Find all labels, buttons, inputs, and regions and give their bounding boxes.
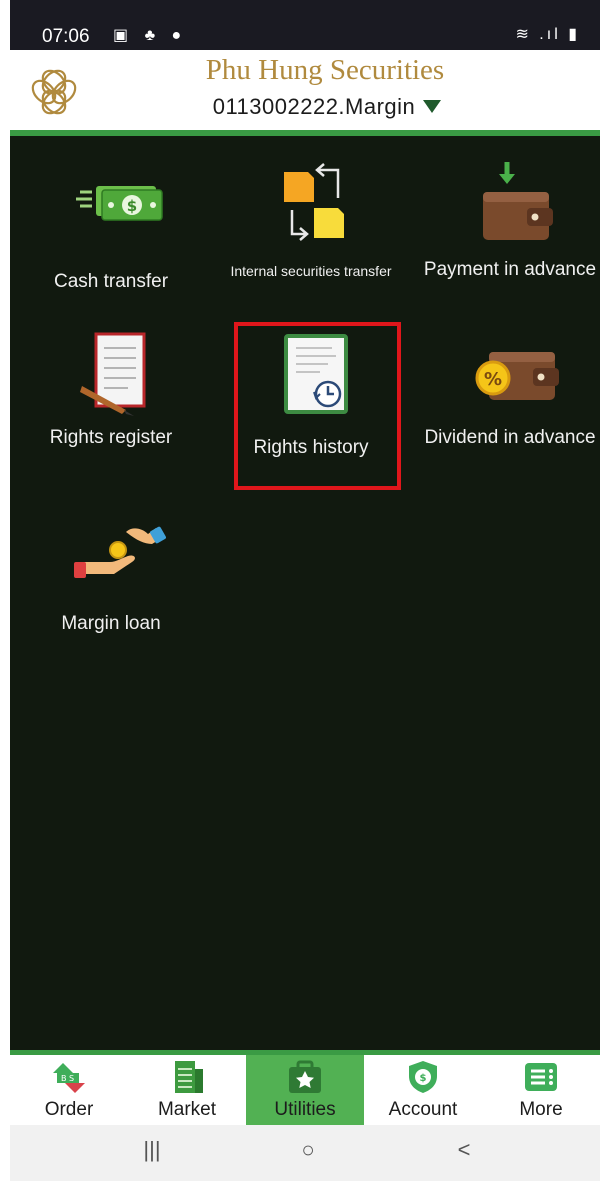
tile-cash-transfer[interactable]: $ Cash transfer <box>16 158 206 308</box>
tab-market[interactable]: Market <box>128 1055 246 1125</box>
tile-rights-register[interactable]: Rights register <box>16 330 206 490</box>
tab-label: Order <box>44 1099 94 1120</box>
phone-screen: 07:06 ▣ ♣ ● ≋ .ıl ▮ Phu Hung Securities … <box>10 0 600 1181</box>
tile-internal-securities-transfer[interactable]: Internal securities transfer <box>216 158 406 308</box>
back-button[interactable]: < <box>434 1137 494 1169</box>
account-shield-icon: $ <box>409 1061 437 1093</box>
buy-sell-icon: B S <box>53 1063 85 1093</box>
notification-icons: ▣ ♣ ● <box>113 27 188 44</box>
hand-coin-icon <box>74 526 166 578</box>
tile-dividend-in-advance[interactable]: % Dividend in advance <box>415 330 600 490</box>
wallet-percent-icon: % <box>475 352 559 400</box>
bottom-nav: B S Order Market Utilities $ Account Mor… <box>10 1055 600 1125</box>
tile-label: Payment in advance <box>423 259 597 280</box>
svg-text:$: $ <box>127 197 137 215</box>
tab-label: Utilities <box>274 1099 336 1120</box>
svg-text:%: % <box>484 369 502 390</box>
wallet-download-icon <box>483 162 553 240</box>
tile-label: Margin loan <box>61 613 161 634</box>
more-list-icon <box>525 1063 557 1091</box>
internal-transfer-icon <box>284 163 344 241</box>
highlight-box <box>234 322 401 490</box>
status-bar: 07:06 ▣ ♣ ● ≋ .ıl ▮ <box>10 0 600 50</box>
brand-name: Phu Hung Securities <box>205 54 445 86</box>
caret-down-icon[interactable] <box>423 100 442 114</box>
svg-text:B S: B S <box>61 1074 74 1083</box>
tab-label: More <box>519 1099 563 1120</box>
account-selector[interactable]: 0113002222.Margin <box>10 94 600 120</box>
svg-text:$: $ <box>420 1073 427 1084</box>
tab-account[interactable]: $ Account <box>364 1055 482 1125</box>
tile-label: Dividend in advance <box>424 427 596 448</box>
app-header: Phu Hung Securities 0113002222.Margin <box>10 50 600 130</box>
cash-transfer-icon: $ <box>76 186 163 221</box>
tile-label: Internal securities transfer <box>230 263 392 279</box>
market-board-icon <box>175 1061 203 1093</box>
utilities-star-icon <box>289 1060 321 1093</box>
account-number: 0113002222.Margin <box>212 94 416 119</box>
status-time: 07:06 <box>42 26 90 47</box>
document-pen-icon <box>80 332 146 416</box>
recents-button[interactable]: ||| <box>122 1137 182 1169</box>
tile-margin-loan[interactable]: Margin loan <box>16 512 206 642</box>
tile-label: Rights register <box>49 427 173 448</box>
utilities-grid: $ Cash transfer Internal securities tran… <box>10 136 600 1050</box>
tab-more[interactable]: More <box>482 1055 600 1125</box>
tile-payment-in-advance[interactable]: Payment in advance <box>415 158 600 308</box>
android-nav-bar: ||| ○ < <box>10 1125 600 1181</box>
tile-label: Cash transfer <box>53 271 169 292</box>
signal-battery-icons: ≋ .ıl ▮ <box>515 26 580 43</box>
tab-utilities[interactable]: Utilities <box>246 1055 364 1125</box>
tab-order[interactable]: B S Order <box>10 1055 128 1125</box>
tab-label: Market <box>157 1099 217 1120</box>
home-button[interactable]: ○ <box>278 1137 338 1169</box>
tab-label: Account <box>388 1099 458 1120</box>
